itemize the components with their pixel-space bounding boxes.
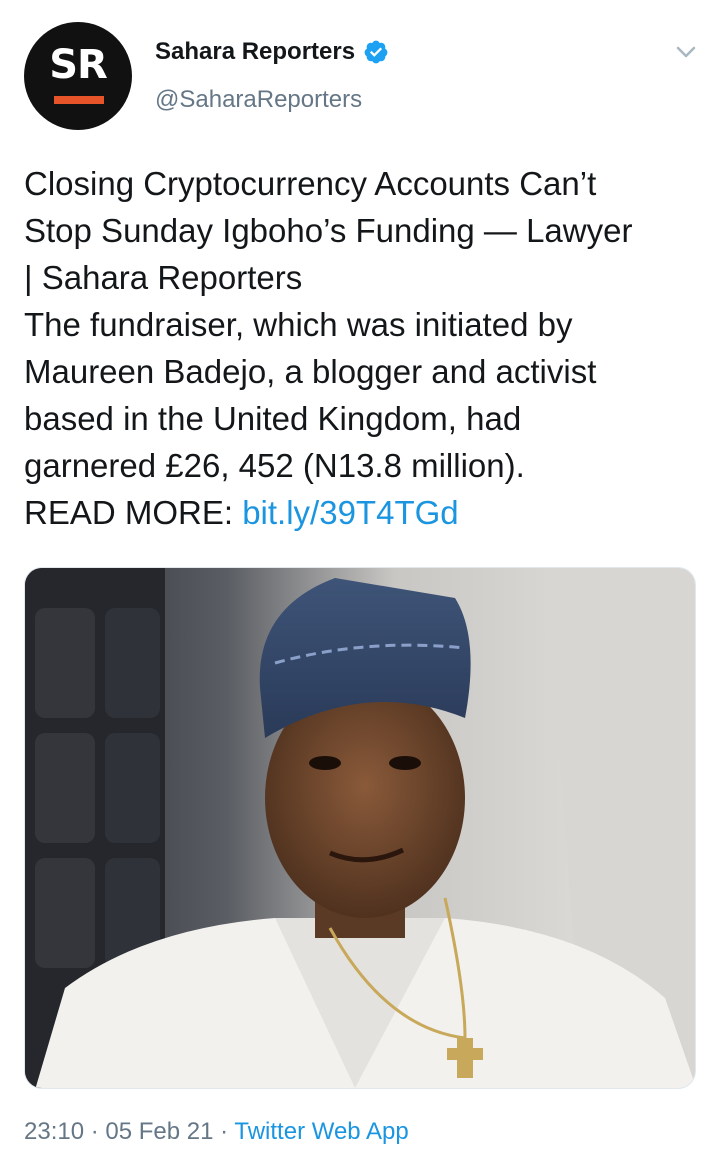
separator: · xyxy=(84,1118,106,1145)
tweet-date[interactable]: 05 Feb 21 xyxy=(105,1118,213,1145)
tweet-text: Closing Cryptocurrency Accounts Can’t St… xyxy=(24,160,704,536)
separator: · xyxy=(213,1118,235,1145)
tweet-link[interactable]: bit.ly/39T4TGd xyxy=(242,494,458,531)
account-name[interactable]: Sahara Reporters xyxy=(155,38,355,66)
tweet-line: Stop Sunday Igboho’s Funding — Lawyer xyxy=(24,212,633,249)
tweet-line: | Sahara Reporters xyxy=(24,259,303,296)
tweet-line: The fundraiser, which was initiated by xyxy=(24,306,573,343)
tweet-card[interactable]: SR Sahara Reporters @SaharaReporters Clo… xyxy=(0,0,720,1168)
verified-badge-icon xyxy=(364,40,388,64)
account-handle[interactable]: @SaharaReporters xyxy=(155,86,362,114)
chevron-down-icon[interactable] xyxy=(672,40,700,64)
tweet-source[interactable]: Twitter Web App xyxy=(234,1118,408,1145)
tweet-photo[interactable] xyxy=(24,567,696,1089)
photo-man-in-cap xyxy=(25,568,695,1088)
avatar-logo-bar xyxy=(54,96,104,104)
avatar-logo-text: SR xyxy=(49,42,108,88)
tweet-line: Closing Cryptocurrency Accounts Can’t xyxy=(24,165,597,202)
avatar[interactable]: SR xyxy=(24,22,132,130)
read-more-label: READ MORE: xyxy=(24,494,243,531)
account-name-row[interactable]: Sahara Reporters xyxy=(155,38,389,66)
tweet-footer: 23:10 · 05 Feb 21 · Twitter Web App xyxy=(24,1118,409,1146)
tweet-time[interactable]: 23:10 xyxy=(24,1118,84,1145)
tweet-line: Maureen Badejo, a blogger and activist xyxy=(24,353,597,390)
tweet-line: based in the United Kingdom, had xyxy=(24,400,522,437)
read-more-line: READ MORE: bit.ly/39T4TGd xyxy=(24,489,704,536)
tweet-line: garnered £26, 452 (N13.8 million). xyxy=(24,447,525,484)
